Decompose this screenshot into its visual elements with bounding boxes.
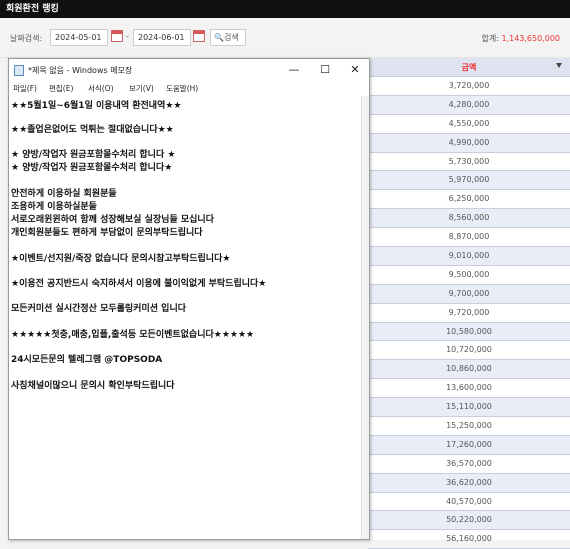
text-line: ★★졸업은없어도 먹튀는 절대없습니다★★: [11, 125, 174, 135]
table-row: 9,500,000: [368, 266, 570, 285]
end-date-input[interactable]: 2024-06-01: [133, 29, 191, 46]
table-row: 36,620,000: [368, 473, 570, 493]
table-row: 8,560,000: [368, 209, 570, 229]
text-line: 사칭채널이많으니 문의시 확인부탁드립니다: [11, 381, 175, 391]
total-summary: 합계: 1,143,650,000: [482, 33, 561, 44]
table-row: 10,860,000: [368, 360, 570, 380]
notepad-window[interactable]: *제목 없음 - Windows 메모장 — ☐ ✕ 파일(F) 편집(E) 서…: [8, 58, 370, 540]
total-label: 합계:: [481, 34, 499, 43]
text-line: ★★★★★첫충,매충,입플,출석등 모든이벤트없습니다★★★★★: [11, 330, 255, 340]
notepad-menubar: 파일(F) 편집(E) 서식(O) 보기(V) 도움말(H): [9, 81, 369, 96]
minimize-button[interactable]: —: [284, 62, 304, 78]
table-row: 4,990,000: [368, 133, 570, 153]
table-row: 17,260,000: [368, 435, 570, 455]
table-row: 6,250,000: [368, 190, 570, 210]
date-separator: -: [126, 32, 129, 41]
table-row: 13,600,000: [368, 379, 570, 399]
text-line: 안전하게 이용하실 회원분들: [11, 189, 117, 199]
sort-icon[interactable]: [556, 63, 562, 68]
filter-bar: 날짜검색: 2024-05-01 - 2024-06-01 🔍검색 합계: 1,…: [0, 18, 570, 58]
table-row: 10,720,000: [368, 341, 570, 361]
table-header[interactable]: 금액: [368, 58, 570, 77]
text-line: ★★5월1일~6월1일 이용내역 환전내역★★: [11, 101, 182, 111]
table-row: 3,720,000: [368, 77, 570, 96]
notepad-icon: [14, 65, 24, 76]
total-value: 1,143,650,000: [501, 34, 560, 43]
amount-table: 금액 3,720,000 4,280,000 4,550,000 4,990,0…: [368, 58, 570, 549]
menu-file[interactable]: 파일(F): [13, 83, 37, 94]
start-date-input[interactable]: 2024-05-01: [50, 29, 108, 46]
table-row: 8,870,000: [368, 228, 570, 248]
calendar-icon[interactable]: [193, 30, 205, 42]
table-row: 15,110,000: [368, 398, 570, 418]
table-row: 9,720,000: [368, 304, 570, 323]
table-row: 36,570,000: [368, 455, 570, 474]
text-line: 조용하게 이용하실분들: [11, 202, 97, 212]
page-title: 회원환전 랭킹: [0, 0, 570, 18]
text-line: ★이용전 공지반드시 숙지하셔서 이용에 불이익없게 부탁드립니다★: [11, 279, 267, 289]
maximize-button[interactable]: ☐: [315, 62, 335, 78]
calendar-icon[interactable]: [111, 30, 123, 42]
table-row: 5,730,000: [368, 153, 570, 172]
text-line: 개인회원분들도 편하게 부담없이 문의부탁드립니다: [11, 228, 203, 238]
search-icon: 🔍: [214, 33, 224, 42]
amount-column-header: 금액: [461, 63, 477, 72]
table-row: 9,010,000: [368, 247, 570, 266]
table-row: 4,280,000: [368, 95, 570, 115]
table-row: 9,700,000: [368, 284, 570, 304]
notepad-scrollbar[interactable]: [361, 96, 369, 539]
menu-view[interactable]: 보기(V): [129, 83, 154, 94]
text-line: 24시모든문의 텔레그램 @TOPSODA: [11, 355, 163, 365]
table-row: 40,570,000: [368, 493, 570, 512]
menu-edit[interactable]: 편집(E): [49, 83, 73, 94]
search-button[interactable]: 🔍검색: [210, 29, 246, 46]
text-line: ★ 양방/작업자 원금포함몰수처리 합니다 ★: [11, 150, 176, 160]
notepad-titlebar[interactable]: *제목 없음 - Windows 메모장 — ☐ ✕: [9, 59, 369, 81]
date-search-label: 날짜검색:: [10, 34, 43, 43]
close-button[interactable]: ✕: [345, 62, 365, 78]
text-line: ★이벤트/선지원/죽장 없습니다 문의시참고부탁드립니다★: [11, 254, 231, 264]
table-row: 10,580,000: [368, 322, 570, 342]
text-line: 서로오래윈윈하여 함께 성장해보실 실장님들 모십니다: [11, 215, 214, 225]
text-line: ★ 양방/작업자 원금포함몰수처리 합니다★: [11, 163, 173, 173]
search-button-label: 검색: [223, 33, 239, 42]
text-line: 모든커미션 실시간정산 모두롤링커미션 입니다: [11, 304, 187, 314]
table-row: 50,220,000: [368, 511, 570, 531]
table-row: 4,550,000: [368, 115, 570, 134]
table-row: 15,250,000: [368, 417, 570, 436]
table-row: 5,970,000: [368, 171, 570, 191]
menu-help[interactable]: 도움말(H): [166, 83, 198, 94]
notepad-title: *제목 없음 - Windows 메모장: [28, 66, 133, 75]
menu-format[interactable]: 서식(O): [88, 83, 114, 94]
